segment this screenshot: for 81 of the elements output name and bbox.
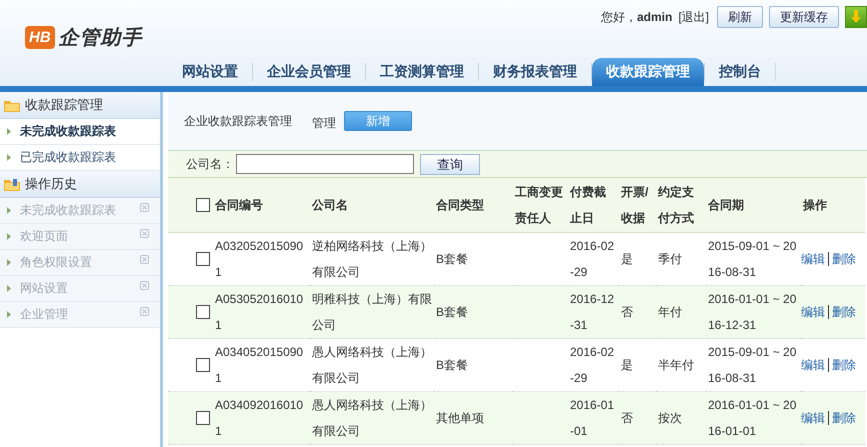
table-cell-text: 2016-01-01 ~ 2016-01-01 xyxy=(708,397,798,440)
logo-text: 企管助手 xyxy=(58,26,143,51)
table-cell-text: 是 xyxy=(621,357,633,374)
table-cell-text: 愚人网络科技（上海）有限公司 xyxy=(312,397,432,440)
table-cell-text: A0340520150901 xyxy=(215,344,304,387)
triangle-icon xyxy=(7,285,11,292)
action-link[interactable]: 编辑 xyxy=(801,411,825,425)
manage-label: 管理 xyxy=(312,114,336,132)
table-cell-text: 2016-01-01 xyxy=(570,397,616,440)
table-cell-text: 2016-02-29 xyxy=(570,344,616,387)
nav-tab[interactable]: 网站设置 xyxy=(168,58,252,86)
action-link[interactable]: 删除 xyxy=(828,358,856,372)
action-link[interactable]: 编辑 xyxy=(801,305,825,319)
sidebar-group-header[interactable]: 收款跟踪管理 xyxy=(0,92,160,119)
action-link[interactable]: 编辑 xyxy=(801,358,825,372)
triangle-icon xyxy=(7,207,11,214)
table-cell-text: 2016-12-31 xyxy=(570,291,616,334)
column-header: 合同类型 xyxy=(436,197,484,214)
table-cell-text: 否 xyxy=(621,410,633,427)
nav-tab[interactable]: 收款跟踪管理 xyxy=(592,58,704,86)
table-cell-text: B套餐 xyxy=(436,304,468,321)
table-cell-text: 半年付 xyxy=(658,357,694,374)
table-cell-text: 按次 xyxy=(658,410,682,427)
download-button[interactable] xyxy=(845,6,867,28)
query-button[interactable]: 查询 xyxy=(420,154,480,174)
checkbox[interactable] xyxy=(196,358,210,372)
folder-icon xyxy=(4,178,20,190)
arrow-down-icon xyxy=(850,10,862,24)
column-header: 工商变更责任人 xyxy=(515,184,564,227)
column-header: 付费截止日 xyxy=(570,184,607,227)
table-cell-text: 明稚科技（上海）有限公司 xyxy=(312,291,432,334)
company-name-field[interactable] xyxy=(236,154,414,174)
checkbox[interactable] xyxy=(196,411,210,425)
action-link[interactable]: 编辑 xyxy=(801,252,825,266)
triangle-icon xyxy=(7,128,11,135)
nav-tab[interactable]: 企业会员管理 xyxy=(253,58,365,86)
nav-tab[interactable]: 财务报表管理 xyxy=(479,58,591,86)
checkbox[interactable] xyxy=(196,305,210,319)
sidebar-group-header[interactable]: 操作历史 xyxy=(0,171,160,198)
table-cell-text: 否 xyxy=(621,304,633,321)
table-cell-text: 逆柏网络科技（上海）有限公司 xyxy=(312,238,432,281)
triangle-icon xyxy=(7,233,11,240)
action-link[interactable]: 删除 xyxy=(828,252,856,266)
table-cell-text: 愚人网络科技（上海）有限公司 xyxy=(312,344,432,387)
sidebar-item[interactable]: 未完成收款跟踪表 xyxy=(0,119,160,145)
table-cell-text: B套餐 xyxy=(436,357,468,374)
table-cell-text: A0530520160101 xyxy=(215,291,304,334)
table-cell-text: 2016-01-01 ~ 2016-12-31 xyxy=(708,291,798,334)
column-header: 约定支付方式 xyxy=(658,184,695,227)
triangle-icon xyxy=(7,311,11,318)
folder-icon xyxy=(4,98,20,112)
company-name-label: 公司名： xyxy=(186,156,234,172)
action-link[interactable]: 删除 xyxy=(828,305,856,319)
logout-link[interactable]: [退出] xyxy=(678,8,709,26)
table-cell-text: 其他单项 xyxy=(436,410,484,427)
column-header: 合同期 xyxy=(708,197,744,214)
column-header: 合同编号 xyxy=(215,197,263,214)
triangle-icon xyxy=(7,259,11,266)
table-cell-text: 是 xyxy=(621,251,633,268)
page-title: 企业收款跟踪表管理 xyxy=(184,112,292,130)
table-cell-text: 年付 xyxy=(658,304,682,321)
table-cell-text: 季付 xyxy=(658,251,682,268)
triangle-icon xyxy=(7,154,11,161)
greeting-text: 您好，admin xyxy=(600,8,672,26)
table-cell-text: A0340920160101 xyxy=(215,397,304,440)
table-cell-text: B套餐 xyxy=(436,251,468,268)
logo-badge: HB xyxy=(25,26,55,49)
toolbar-button[interactable]: 刷新 xyxy=(717,6,763,28)
checkbox[interactable] xyxy=(196,252,210,266)
table-cell-text: 2015-09-01 ~ 2016-08-31 xyxy=(708,238,798,281)
table-cell-text: A0320520150901 xyxy=(215,238,304,281)
column-header: 操作 xyxy=(803,197,827,214)
checkbox[interactable] xyxy=(196,198,210,212)
nav-tab[interactable]: 工资测算管理 xyxy=(366,58,478,86)
column-header: 开票/收据 xyxy=(621,184,650,227)
toolbar-button[interactable]: 更新缓存 xyxy=(769,6,839,28)
table-cell-text: 2016-02-29 xyxy=(570,238,616,281)
table-cell-text: 2015-09-01 ~ 2016-08-31 xyxy=(708,344,798,387)
column-header: 公司名 xyxy=(312,197,348,214)
action-link[interactable]: 删除 xyxy=(828,411,856,425)
nav-tab[interactable]: 控制台 xyxy=(705,58,775,86)
